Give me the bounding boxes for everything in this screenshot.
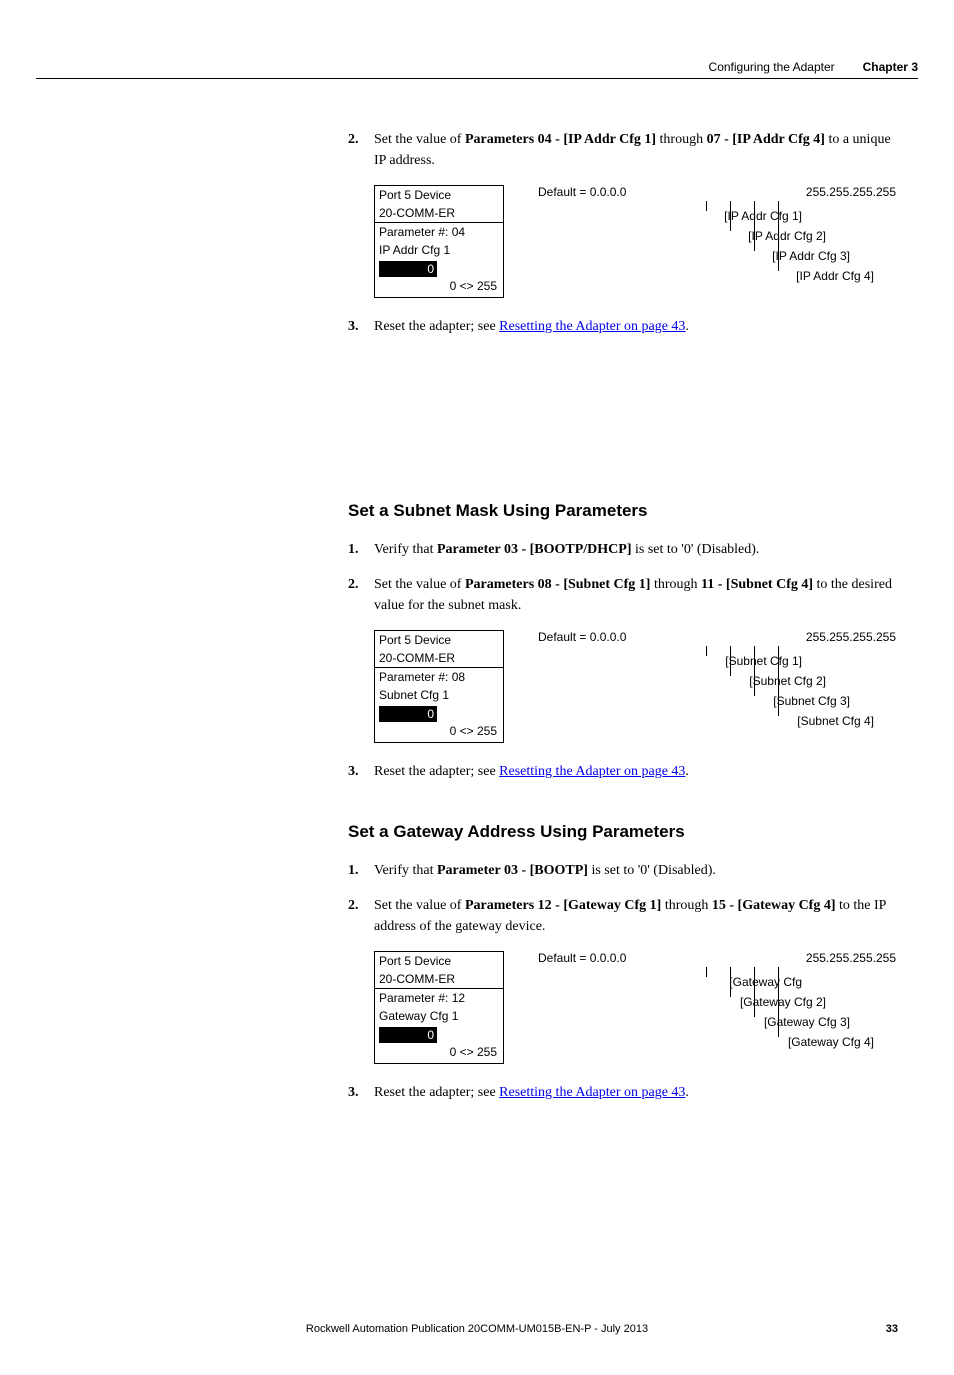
subnet-heading: Set a Subnet Mask Using Parameters	[348, 501, 896, 521]
diagram-label: [Subnet Cfg 4]	[797, 714, 874, 728]
ip-diagram: Default = 0.0.0.0 255.255.255.255 [IP Ad…	[538, 185, 896, 298]
list-item: 3. Reset the adapter; see Resetting the …	[348, 1082, 896, 1103]
panel-line: 20-COMM-ER	[375, 970, 503, 988]
diagram-label: [Gateway Cfg 4]	[788, 1035, 874, 1049]
gateway-diagram: Default = 0.0.0.0 255.255.255.255 [Gatew…	[538, 951, 896, 1064]
diagram-label: [Gateway Cfg 2]	[740, 995, 826, 1009]
step-text: Set the value of Parameters 04 - [IP Add…	[374, 129, 896, 171]
diagram-max: 255.255.255.255	[806, 185, 896, 199]
panel-line: Parameter #: 08	[375, 668, 503, 686]
step-text: Set the value of Parameters 08 - [Subnet…	[374, 574, 896, 616]
diagram-label: [Subnet Cfg 3]	[773, 694, 850, 708]
device-panel: Port 5 Device 20-COMM-ER Parameter #: 04…	[374, 185, 504, 298]
panel-line: 20-COMM-ER	[375, 204, 503, 222]
panel-line: Gateway Cfg 1	[375, 1007, 503, 1025]
diagram-label: [Subnet Cfg 1]	[725, 654, 802, 668]
panel-range: 0 <> 255	[375, 722, 503, 742]
diagram-max: 255.255.255.255	[806, 630, 896, 644]
step-number: 3.	[348, 1082, 374, 1103]
step-number: 2.	[348, 895, 374, 937]
panel-line: IP Addr Cfg 1	[375, 241, 503, 259]
list-item: 2. Set the value of Parameters 04 - [IP …	[348, 129, 896, 171]
panel-value-row: 0	[375, 704, 503, 722]
step-text: Verify that Parameter 03 - [BOOTP/DHCP] …	[374, 539, 896, 560]
panel-value-row: 0	[375, 259, 503, 277]
diagram-default: Default = 0.0.0.0	[538, 951, 626, 965]
diagram-default: Default = 0.0.0.0	[538, 185, 626, 199]
diagram-label: [IP Addr Cfg 4]	[796, 269, 874, 283]
page-header: Configuring the Adapter Chapter 3	[36, 60, 918, 79]
panel-value-row: 0	[375, 1025, 503, 1043]
diagram-label: [Subnet Cfg 2]	[749, 674, 826, 688]
panel-value: 0	[379, 1027, 437, 1043]
subnet-diagram: Default = 0.0.0.0 255.255.255.255 [Subne…	[538, 630, 896, 743]
panel-line: Port 5 Device	[375, 952, 503, 970]
diagram-label: [Gateway Cfg	[729, 975, 802, 989]
step-text: Reset the adapter; see Resetting the Ada…	[374, 761, 896, 782]
ip-address-section: 2. Set the value of Parameters 04 - [IP …	[348, 129, 896, 337]
step-text: Reset the adapter; see Resetting the Ada…	[374, 316, 896, 337]
ip-figure: Port 5 Device 20-COMM-ER Parameter #: 04…	[374, 185, 896, 298]
diagram-default: Default = 0.0.0.0	[538, 630, 626, 644]
step-number: 3.	[348, 761, 374, 782]
list-item: 1. Verify that Parameter 03 - [BOOTP/DHC…	[348, 539, 896, 560]
gateway-section: Set a Gateway Address Using Parameters 1…	[348, 822, 896, 1103]
page-footer: Rockwell Automation Publication 20COMM-U…	[36, 1323, 918, 1335]
panel-line: Subnet Cfg 1	[375, 686, 503, 704]
panel-range: 0 <> 255	[375, 277, 503, 297]
list-item: 1. Verify that Parameter 03 - [BOOTP] is…	[348, 860, 896, 881]
panel-line: Parameter #: 12	[375, 989, 503, 1007]
header-section: Configuring the Adapter	[709, 60, 835, 74]
footer-publication: Rockwell Automation Publication 20COMM-U…	[36, 1323, 918, 1335]
diagram-label: [Gateway Cfg 3]	[764, 1015, 850, 1029]
step-number: 2.	[348, 574, 374, 616]
gateway-figure: Port 5 Device 20-COMM-ER Parameter #: 12…	[374, 951, 896, 1064]
panel-line: Port 5 Device	[375, 186, 503, 204]
diagram-label: [IP Addr Cfg 3]	[772, 249, 850, 263]
header-chapter: Chapter 3	[863, 60, 918, 74]
device-panel: Port 5 Device 20-COMM-ER Parameter #: 08…	[374, 630, 504, 743]
device-panel: Port 5 Device 20-COMM-ER Parameter #: 12…	[374, 951, 504, 1064]
reset-adapter-link[interactable]: Resetting the Adapter on page 43	[499, 319, 685, 334]
step-number: 1.	[348, 860, 374, 881]
list-item: 2. Set the value of Parameters 12 - [Gat…	[348, 895, 896, 937]
panel-line: Parameter #: 04	[375, 223, 503, 241]
panel-value: 0	[379, 706, 437, 722]
step-number: 3.	[348, 316, 374, 337]
list-item: 3. Reset the adapter; see Resetting the …	[348, 761, 896, 782]
diagram-max: 255.255.255.255	[806, 951, 896, 965]
diagram-label: [IP Addr Cfg 1]	[724, 209, 802, 223]
diagram-label: [IP Addr Cfg 2]	[748, 229, 826, 243]
step-number: 1.	[348, 539, 374, 560]
subnet-section: Set a Subnet Mask Using Parameters 1. Ve…	[348, 501, 896, 782]
list-item: 2. Set the value of Parameters 08 - [Sub…	[348, 574, 896, 616]
step-text: Verify that Parameter 03 - [BOOTP] is se…	[374, 860, 896, 881]
step-text: Reset the adapter; see Resetting the Ada…	[374, 1082, 896, 1103]
panel-value: 0	[379, 261, 437, 277]
footer-page-number: 33	[886, 1323, 898, 1335]
panel-line: 20-COMM-ER	[375, 649, 503, 667]
list-item: 3. Reset the adapter; see Resetting the …	[348, 316, 896, 337]
panel-range: 0 <> 255	[375, 1043, 503, 1063]
reset-adapter-link[interactable]: Resetting the Adapter on page 43	[499, 764, 685, 779]
reset-adapter-link[interactable]: Resetting the Adapter on page 43	[499, 1085, 685, 1100]
subnet-figure: Port 5 Device 20-COMM-ER Parameter #: 08…	[374, 630, 896, 743]
panel-line: Port 5 Device	[375, 631, 503, 649]
gateway-heading: Set a Gateway Address Using Parameters	[348, 822, 896, 842]
step-text: Set the value of Parameters 12 - [Gatewa…	[374, 895, 896, 937]
step-number: 2.	[348, 129, 374, 171]
